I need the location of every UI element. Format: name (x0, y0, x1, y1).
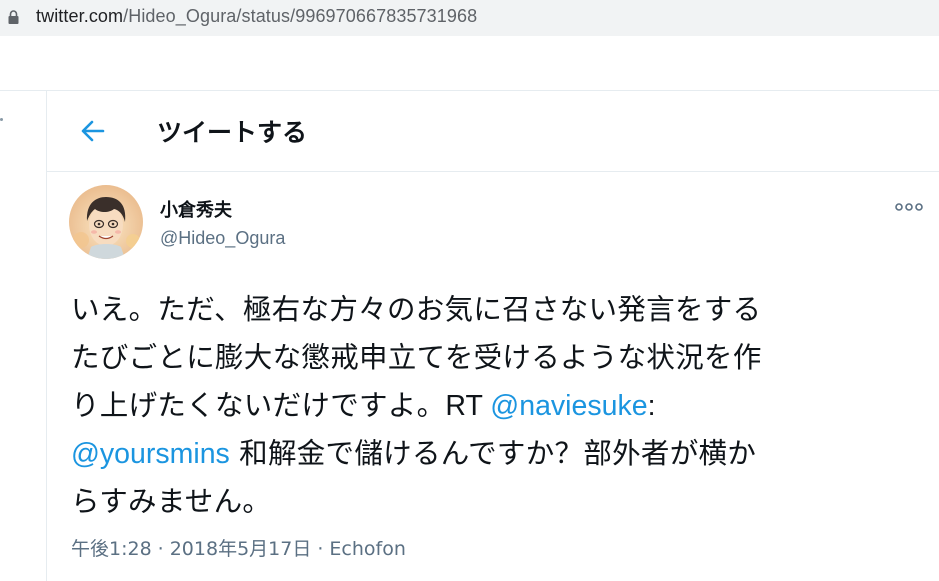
mention-link-naviesuke[interactable]: @naviesuke (490, 390, 647, 422)
colon: : (647, 390, 656, 422)
separator: · (317, 538, 324, 560)
separator: · (157, 538, 164, 560)
page-title: ツイートする (157, 118, 308, 147)
tweet-text: いえ。ただ、極右な方々のお気に召さない発言をする たびごとに膨大な懲戒申立てを受… (71, 286, 931, 526)
url-path: /Hideo_Ogura/status/996970667835731968 (123, 6, 478, 26)
avatar-illustration (69, 185, 143, 259)
tweet-line-5: らすみません。 (71, 485, 272, 518)
tweet-date[interactable]: 2018年5月17日 (170, 538, 312, 560)
tweet-line-4: @yoursmins 和解金で儲けるんですか？部外者が横か (71, 430, 931, 478)
tweet-line-2: たびごとに膨大な懲戒申立てを受けるような状況を作 (71, 341, 762, 374)
browser-address-bar[interactable]: twitter.com/Hideo_Ogura/status/996970667… (0, 0, 939, 36)
url-host: twitter.com (36, 6, 124, 26)
tweet-line-1: いえ。ただ、極右な方々のお気に召さない発言をする (71, 293, 762, 326)
lock-icon (8, 10, 19, 24)
author-handle[interactable]: @Hideo_Ogura (160, 228, 285, 249)
sidebar-dot (0, 118, 3, 121)
author-name[interactable]: 小倉秀夫 (160, 196, 232, 222)
page-header: ツイートする (47, 91, 939, 172)
mention-link-yoursmins[interactable]: @yoursmins (71, 438, 230, 470)
address-url[interactable]: twitter.com/Hideo_Ogura/status/996970667… (36, 6, 477, 27)
tweet-metadata: 午後1:28 · 2018年5月17日 · Echofon (71, 534, 406, 561)
tweet-line-4-text: 和解金で儲けるんですか？部外者が横か (229, 437, 757, 470)
retweet-marker: RT (445, 390, 491, 422)
tweet-source[interactable]: Echofon (329, 538, 405, 560)
back-arrow-icon[interactable] (79, 117, 107, 145)
left-sidebar-edge (0, 91, 47, 581)
tweet-line-3-text: り上げたくないだけですよ。 (71, 389, 446, 422)
more-options-icon[interactable] (894, 200, 924, 214)
tweet-time[interactable]: 午後1:28 (71, 538, 152, 560)
tweet-line-3: り上げたくないだけですよ。RT @naviesuke: (71, 382, 931, 430)
avatar[interactable] (69, 185, 143, 259)
